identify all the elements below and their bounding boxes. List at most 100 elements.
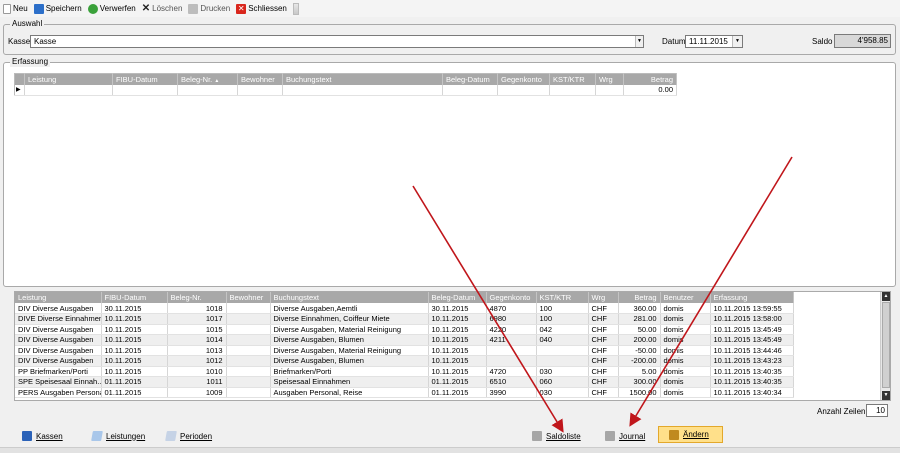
cell-fibu-datum: 10.11.2015 — [101, 366, 168, 377]
cell-kst-ktr: 100 — [536, 313, 589, 325]
cell-erfassung: 10.11.2015 13:45:49 — [710, 334, 794, 346]
erfassung-new-row[interactable]: ▶ 0.00 — [14, 84, 677, 96]
chevron-down-icon[interactable]: ▼ — [635, 36, 643, 47]
cell-buchungstext: Diverse Ausgaben,Aemtli — [270, 303, 429, 314]
aendern-button[interactable]: Ändern — [658, 426, 723, 443]
cell-kst-ktr — [536, 355, 589, 367]
cell-gegenkonto: 4870 — [486, 303, 537, 314]
cell-betrag: 1500.00 — [618, 387, 661, 398]
table-row[interactable]: DIV Diverse Ausgaben 30.11.2015 1018 Divers… — [15, 303, 794, 314]
col-kst-ktr[interactable]: KST/KTR — [549, 73, 596, 85]
cell-betrag: 200.00 — [618, 334, 661, 346]
save-button[interactable]: Speichern — [33, 3, 82, 14]
col-bewohner[interactable]: Bewohner — [237, 73, 283, 85]
journal-col-erfassung[interactable]: Erfassung — [710, 292, 794, 303]
table-row[interactable]: DIV Diverse Ausgaben 10.11.2015 1015 Divers… — [15, 324, 794, 335]
col-gegenkonto[interactable]: Gegenkonto — [497, 73, 550, 85]
cell-kst-ktr: 030 — [536, 366, 589, 377]
cell-kst-ktr — [536, 345, 589, 356]
journal-col-beleg-datum[interactable]: Beleg-Datum — [428, 292, 487, 303]
cell-gegenkonto: 6980 — [486, 313, 537, 325]
journal-col-wrg[interactable]: Wrg — [588, 292, 619, 303]
discard-button[interactable]: Verwerfen — [87, 3, 136, 14]
cell-buchungstext: Diverse Ausgaben, Blumen — [270, 334, 429, 346]
col-leistung[interactable]: Leistung — [24, 73, 113, 85]
cell-leistung: DIV Diverse Ausgaben — [15, 345, 102, 356]
cell-buchungstext: Ausgaben Personal, Reise — [270, 387, 429, 398]
col-wrg[interactable]: Wrg — [595, 73, 624, 85]
cell-erfassung: 10.11.2015 13:40:35 — [710, 376, 794, 388]
journal-col-buchungstext[interactable]: Buchungstext — [270, 292, 429, 303]
scroll-up-icon[interactable]: ▲ — [882, 292, 890, 301]
cell-buchungstext: Diverse Einnahmen, Coiffeur Miete — [270, 313, 429, 325]
erfassung-grid[interactable]: Leistung FIBU-Datum Beleg-Nr. ▲ Bewohner… — [14, 73, 677, 96]
journal-col-fibu-datum[interactable]: FIBU-Datum — [101, 292, 168, 303]
cell-fibu-datum: 01.11.2015 — [101, 387, 168, 398]
cell-benutzer: domis — [660, 324, 711, 335]
journal-col-betrag[interactable]: Betrag — [618, 292, 661, 303]
table-row[interactable]: PERS Ausgaben Personal 01.11.2015 1009 Ausg… — [15, 387, 794, 398]
scroll-down-icon[interactable]: ▼ — [882, 391, 890, 400]
journal-scrollbar[interactable]: ▲ ▼ — [880, 292, 890, 400]
print-button[interactable]: Drucken — [188, 3, 230, 14]
taskbar-strip — [0, 447, 900, 453]
kasse-select[interactable]: Kasse ▼ — [30, 35, 644, 48]
anzahl-zeilen-input[interactable]: 10 — [866, 404, 888, 417]
saldoliste-button[interactable]: Saldoliste — [532, 429, 581, 443]
delete-button[interactable]: ✕ Löschen — [142, 3, 183, 14]
new-button[interactable]: Neu — [3, 3, 28, 14]
betrag-cell[interactable]: 0.00 — [623, 84, 677, 96]
cell-betrag: 5.00 — [618, 366, 661, 377]
col-buchungstext[interactable]: Buchungstext — [282, 73, 443, 85]
cell-beleg-datum: 10.11.2015 — [428, 345, 487, 356]
journal-grid[interactable]: Leistung FIBU-Datum Beleg-Nr. Bewohner B… — [15, 292, 794, 398]
calendar-dropdown-icon[interactable]: ▼ — [732, 36, 742, 47]
save-icon — [33, 3, 44, 14]
cell-leistung: PP Briefmarken/Porti — [15, 366, 102, 377]
perioden-button[interactable]: Perioden — [165, 429, 212, 443]
col-fibu-datum[interactable]: FIBU-Datum — [112, 73, 178, 85]
journal-col-gegenkonto[interactable]: Gegenkonto — [486, 292, 537, 303]
journal-col-benutzer[interactable]: Benutzer — [660, 292, 711, 303]
cell-fibu-datum: 10.11.2015 — [101, 355, 168, 367]
cell-wrg: CHF — [588, 313, 619, 325]
cell-beleg-datum: 30.11.2015 — [428, 303, 487, 314]
cell-bewohner — [226, 303, 271, 314]
journal-col-bewohner[interactable]: Bewohner — [226, 292, 271, 303]
cell-beleg-nr: 1011 — [167, 376, 227, 388]
journal-col-beleg-nr[interactable]: Beleg-Nr. — [167, 292, 227, 303]
table-row[interactable]: DIVE Diverse Einnahmen 10.11.2015 1017 Dive… — [15, 313, 794, 325]
erfassung-header-row: Leistung FIBU-Datum Beleg-Nr. ▲ Bewohner… — [14, 73, 677, 85]
journal-button[interactable]: Journal — [605, 429, 645, 443]
scroll-thumb[interactable] — [882, 302, 890, 388]
col-beleg-datum[interactable]: Beleg-Datum — [442, 73, 498, 85]
cell-gegenkonto: 4720 — [486, 366, 537, 377]
cell-fibu-datum: 01.11.2015 — [101, 376, 168, 388]
erfassung-title: Erfassung — [10, 57, 51, 67]
table-row[interactable]: DIV Diverse Ausgaben 10.11.2015 1012 Divers… — [15, 355, 794, 367]
kassen-button[interactable]: Kassen — [22, 429, 63, 443]
journal-header-row: Leistung FIBU-Datum Beleg-Nr. Bewohner B… — [15, 292, 794, 303]
cell-wrg: CHF — [588, 324, 619, 335]
journal-col-leistung[interactable]: Leistung — [15, 292, 102, 303]
saldo-value: 4'958.85 — [857, 36, 888, 45]
table-row[interactable]: DIV Diverse Ausgaben 10.11.2015 1014 Divers… — [15, 334, 794, 346]
leistungen-button[interactable]: Leistungen — [91, 429, 145, 443]
cell-buchungstext: Diverse Ausgaben, Material Reinigung — [270, 345, 429, 356]
close-button[interactable]: ✕ Schliessen — [236, 3, 287, 14]
journal-col-kst-ktr[interactable]: KST/KTR — [536, 292, 589, 303]
table-row[interactable]: SPE Speisesaal Einnah... 01.11.2015 1011 Sp… — [15, 376, 794, 388]
cell-erfassung: 10.11.2015 13:58:00 — [710, 313, 794, 325]
col-beleg-nr[interactable]: Beleg-Nr. ▲ — [177, 73, 238, 85]
table-row[interactable]: PP Briefmarken/Porti 10.11.2015 1010 Briefm… — [15, 366, 794, 377]
col-betrag[interactable]: Betrag — [623, 73, 677, 85]
datum-field[interactable]: 11.11.2015 ▼ — [685, 35, 743, 48]
cell-wrg: CHF — [588, 366, 619, 377]
cell-buchungstext: Diverse Ausgaben, Blumen — [270, 355, 429, 367]
cell-beleg-nr: 1014 — [167, 334, 227, 346]
cell-betrag: 50.00 — [618, 324, 661, 335]
cell-gegenkonto: 6510 — [486, 376, 537, 388]
cell-betrag: 281.00 — [618, 313, 661, 325]
table-row[interactable]: DIV Diverse Ausgaben 10.11.2015 1013 Divers… — [15, 345, 794, 356]
cell-beleg-datum: 10.11.2015 — [428, 355, 487, 367]
